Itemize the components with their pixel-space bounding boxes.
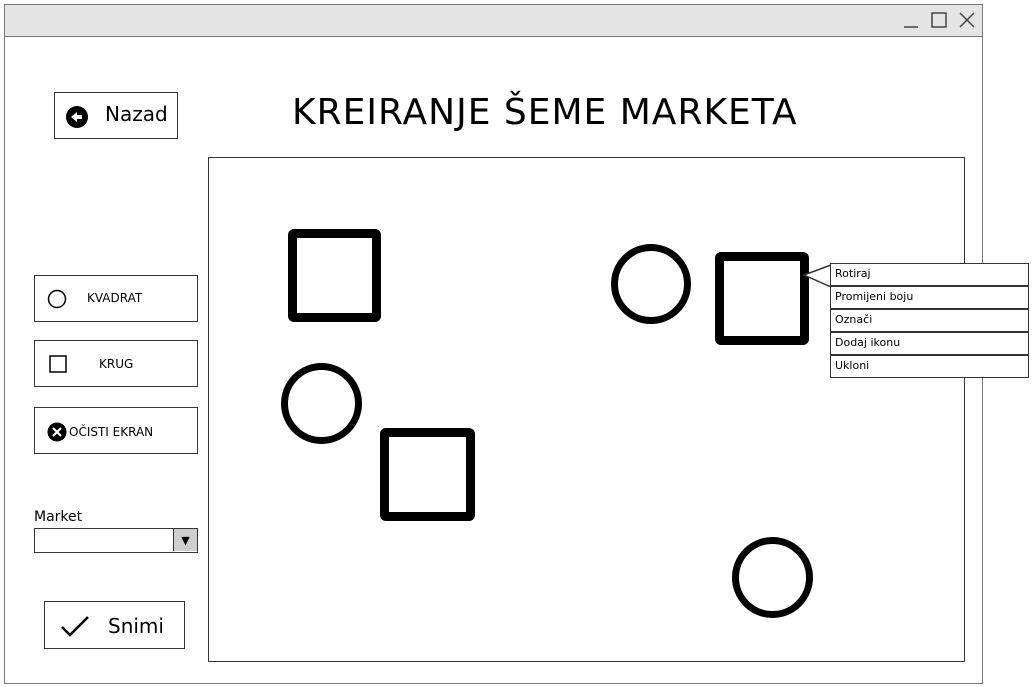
- save-button[interactable]: Snimi: [44, 601, 185, 649]
- canvas-circle-shape[interactable]: [732, 537, 813, 618]
- minimize-icon[interactable]: [900, 9, 922, 31]
- circle-outline-icon: [47, 289, 67, 309]
- square-outline-icon: [49, 355, 67, 373]
- menu-item-rotiraj[interactable]: Rotiraj: [830, 263, 1029, 286]
- chevron-down-icon[interactable]: ▼: [173, 529, 197, 551]
- window-controls: [900, 9, 978, 31]
- kvadrat-button-label: KVADRAT: [87, 291, 143, 305]
- clear-screen-button-label: OČISTI EKRAN: [69, 425, 154, 439]
- market-select[interactable]: ▼: [34, 528, 198, 553]
- clear-screen-button[interactable]: OČISTI EKRAN: [34, 407, 198, 454]
- menu-item-dodaj-ikonu[interactable]: Dodaj ikonu: [830, 332, 1029, 355]
- canvas-square-shape[interactable]: [288, 229, 381, 322]
- back-button[interactable]: Nazad: [54, 92, 178, 139]
- market-label: Market: [34, 509, 83, 525]
- back-button-label: Nazad: [105, 102, 168, 126]
- menu-pointer-icon: [803, 263, 832, 289]
- checkmark-icon: [61, 616, 89, 637]
- menu-item-oznaci[interactable]: Označi: [830, 309, 1029, 332]
- canvas-square-shape-selected[interactable]: [715, 252, 809, 345]
- canvas-circle-shape[interactable]: [611, 244, 691, 324]
- canvas-square-shape[interactable]: [380, 428, 475, 521]
- page-title: KREIRANJE ŠEME MARKETA: [292, 92, 798, 133]
- menu-item-promijeni-boju[interactable]: Promijeni boju: [830, 286, 1029, 309]
- arrow-left-circle-icon: [66, 106, 88, 128]
- krug-button-label: KRUG: [99, 357, 134, 371]
- kvadrat-button[interactable]: KVADRAT: [34, 275, 198, 322]
- title-bar: [5, 5, 982, 37]
- close-icon[interactable]: [956, 9, 978, 31]
- menu-item-ukloni[interactable]: Ukloni: [830, 355, 1029, 378]
- krug-button[interactable]: KRUG: [34, 340, 198, 387]
- save-button-label: Snimi: [108, 614, 164, 638]
- maximize-icon[interactable]: [928, 9, 950, 31]
- canvas-circle-shape[interactable]: [281, 363, 362, 444]
- x-circle-icon: [47, 422, 67, 442]
